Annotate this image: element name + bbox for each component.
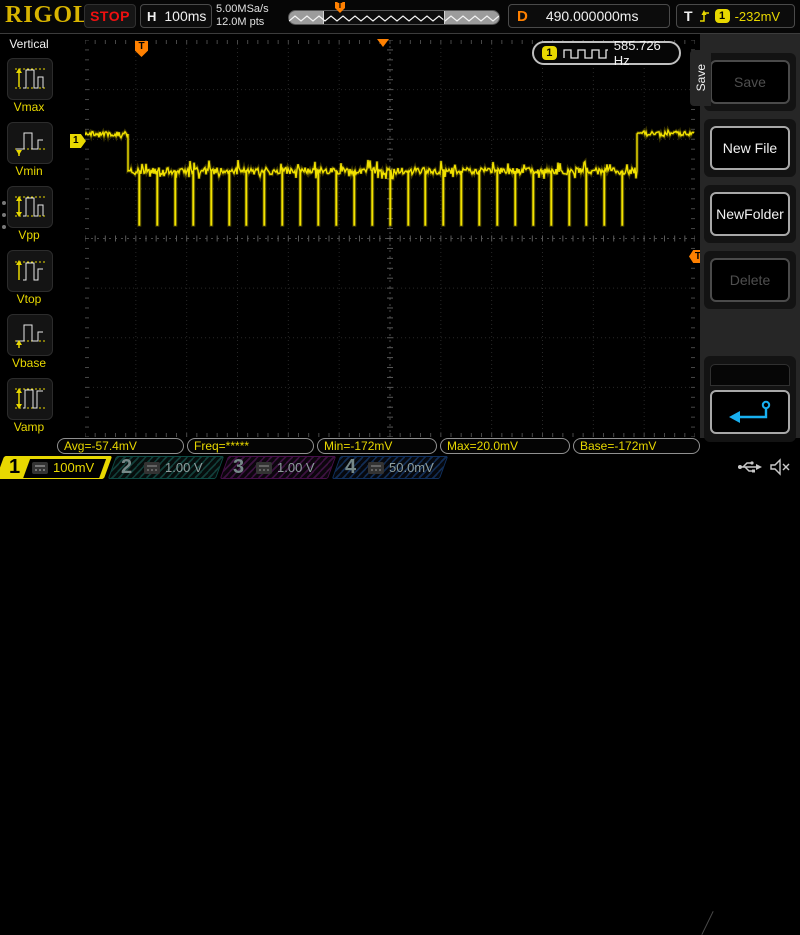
channel3-scale: 1.00 V — [277, 460, 315, 475]
menu-tab-save: Save — [690, 50, 711, 106]
page-indicator-dot — [2, 213, 6, 217]
usb-icon — [738, 461, 762, 473]
speaker-muted-icon — [770, 458, 790, 476]
measurement-base: Base=-172mV — [573, 438, 700, 454]
waveform-display: T 1 T 1 585.726 Hz — [58, 34, 703, 438]
sidebar-item-vamp-label: Vamp — [13, 420, 45, 434]
channel1-ground-marker[interactable]: 1 — [70, 134, 86, 148]
vtop-measure-icon — [15, 260, 45, 281]
trigger-slope-rising-icon — [699, 10, 709, 22]
sidebar-item-vpp-label: Vpp — [18, 228, 40, 242]
memory-waveform-preview: T — [288, 2, 500, 25]
channel-status-bar: 1 100mV 2 1.00 V 3 1.00 V 4 50.0mV — [0, 455, 800, 935]
channel2-number: 2 — [121, 456, 133, 478]
freq-counter-value: 585.726 Hz — [613, 38, 661, 68]
sidebar-item-vmin-label: Vmin — [15, 164, 43, 178]
sidebar-title: Vertical — [9, 37, 49, 51]
channel4-status: 4 50.0mV — [331, 456, 449, 479]
timebase-label: H — [147, 8, 157, 24]
save-button[interactable]: Save — [710, 60, 790, 104]
trigger-box: T 1 -232mV — [676, 4, 795, 28]
square-wave-icon — [563, 48, 608, 59]
acquisition-info: 5.00MSa/s 12.0M pts — [216, 3, 269, 29]
memory-depth: 12.0M pts — [216, 16, 265, 28]
sidebar-item-vamp[interactable] — [7, 378, 53, 420]
dc-coupling-icon — [256, 461, 272, 474]
sidebar-item-vmax[interactable] — [7, 58, 53, 100]
delete-button[interactable]: Delete — [710, 258, 790, 302]
channel3-number: 3 — [233, 456, 245, 478]
dc-coupling-icon — [32, 461, 48, 474]
channel4-scale: 50.0mV — [389, 460, 434, 475]
delay-label: D — [517, 7, 528, 25]
back-button[interactable] — [710, 390, 790, 434]
delay-box: D 490.000000ms — [508, 4, 670, 28]
channel1-waveform — [85, 125, 695, 227]
sidebar-item-vtop[interactable] — [7, 250, 53, 292]
trigger-level-value: -232mV — [734, 8, 781, 24]
channel3-status: 3 1.00 V — [219, 456, 337, 479]
rigol-logo: RIGOL — [5, 2, 91, 28]
return-arrow-icon — [729, 400, 771, 423]
freq-counter-channel-badge: 1 — [542, 46, 557, 60]
horizontal-timebase-box: H 100ms — [140, 4, 212, 28]
vmax-measure-icon — [15, 68, 45, 89]
menu-tab-label: Save — [693, 64, 708, 92]
delay-value: 490.000000ms — [545, 8, 639, 24]
vpp-measure-icon — [15, 196, 45, 217]
trigger-label: T — [684, 8, 693, 24]
top-status-bar: RIGOL STOP H 100ms 5.00MSa/s 12.0M pts T… — [0, 0, 800, 34]
sidebar-item-vmin[interactable] — [7, 122, 53, 164]
channel4-number: 4 — [345, 456, 357, 478]
vmin-measure-icon — [15, 132, 45, 156]
delay-center-marker — [377, 39, 389, 47]
trigger-source-badge: 1 — [714, 9, 730, 23]
dc-coupling-icon — [144, 461, 160, 474]
measurement-freq: Freq=***** — [187, 438, 314, 454]
channel2-status: 2 1.00 V — [107, 456, 225, 479]
sidebar-item-vpp[interactable] — [7, 186, 53, 228]
page-indicator-dot — [2, 201, 6, 205]
run-state-label: STOP — [90, 8, 130, 24]
new-folder-button[interactable]: NewFolder — [710, 192, 790, 236]
page-indicator-dot — [2, 225, 6, 229]
channel2-scale: 1.00 V — [165, 460, 203, 475]
channel1-status: 1 100mV — [0, 456, 113, 479]
measure-sidebar: Vertical Vmax Vmin Vpp Vtop Vbase Vamp — [0, 34, 58, 438]
dc-coupling-icon — [368, 461, 384, 474]
soft-menu-panel: Save New File NewFolder Delete — [700, 34, 800, 442]
new-file-button[interactable]: New File — [710, 126, 790, 170]
sidebar-item-vbase-label: Vbase — [11, 356, 47, 370]
sample-rate: 5.00MSa/s — [216, 3, 269, 15]
vamp-measure-icon — [15, 388, 45, 409]
sidebar-item-vbase[interactable] — [7, 314, 53, 356]
channel1-number: 1 — [9, 456, 21, 478]
measurement-avg: Avg=-57.4mV — [57, 438, 184, 454]
sidebar-item-vmax-label: Vmax — [13, 100, 45, 114]
menu-slot-header — [710, 364, 790, 386]
timebase-value: 100ms — [164, 8, 207, 24]
vbase-measure-icon — [15, 324, 45, 348]
preview-wave-icon-front — [289, 11, 499, 24]
measurement-min: Min=-172mV — [317, 438, 437, 454]
measurement-max: Max=20.0mV — [440, 438, 570, 454]
channel1-scale: 100mV — [53, 460, 95, 475]
status-bar-divider — [701, 911, 714, 935]
run-state-indicator: STOP — [84, 4, 136, 28]
sidebar-item-vtop-label: Vtop — [16, 292, 42, 306]
frequency-counter: 1 585.726 Hz — [532, 38, 681, 68]
